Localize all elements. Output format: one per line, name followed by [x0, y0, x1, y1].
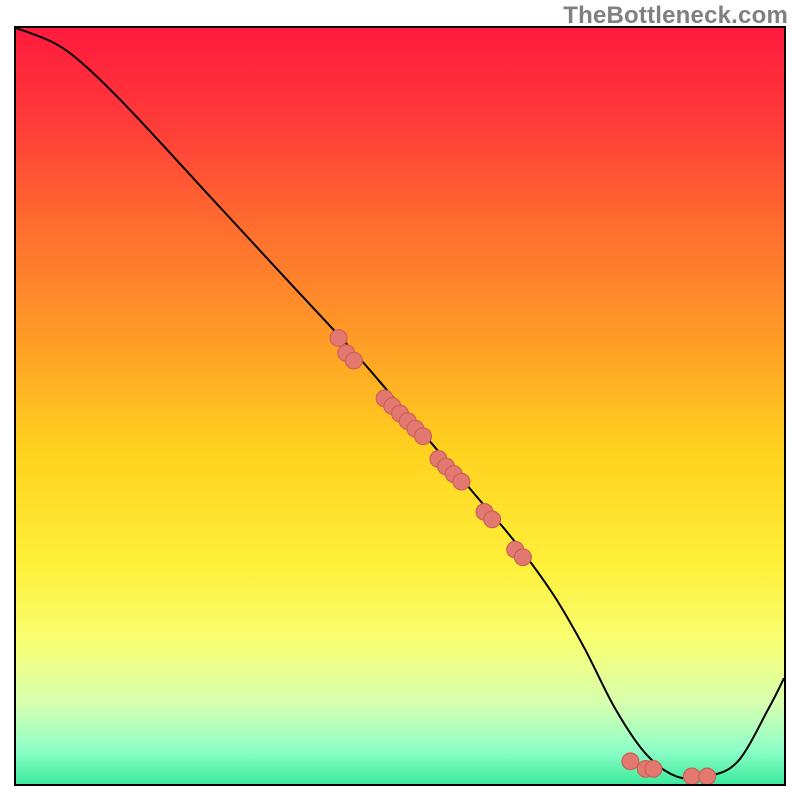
sample-dot — [484, 511, 501, 528]
sample-dot — [683, 768, 700, 785]
chart-svg — [16, 28, 784, 784]
sample-dot — [699, 768, 716, 785]
sample-dot — [415, 428, 432, 445]
sample-dot — [622, 753, 639, 770]
sample-dots — [330, 330, 716, 785]
sample-dot — [514, 549, 531, 566]
sample-dot — [345, 352, 362, 369]
plot-frame — [14, 26, 786, 786]
sample-dot — [645, 761, 662, 778]
sample-dot — [330, 330, 347, 347]
chart-stage: TheBottleneck.com — [0, 0, 800, 800]
sample-dot — [453, 473, 470, 490]
